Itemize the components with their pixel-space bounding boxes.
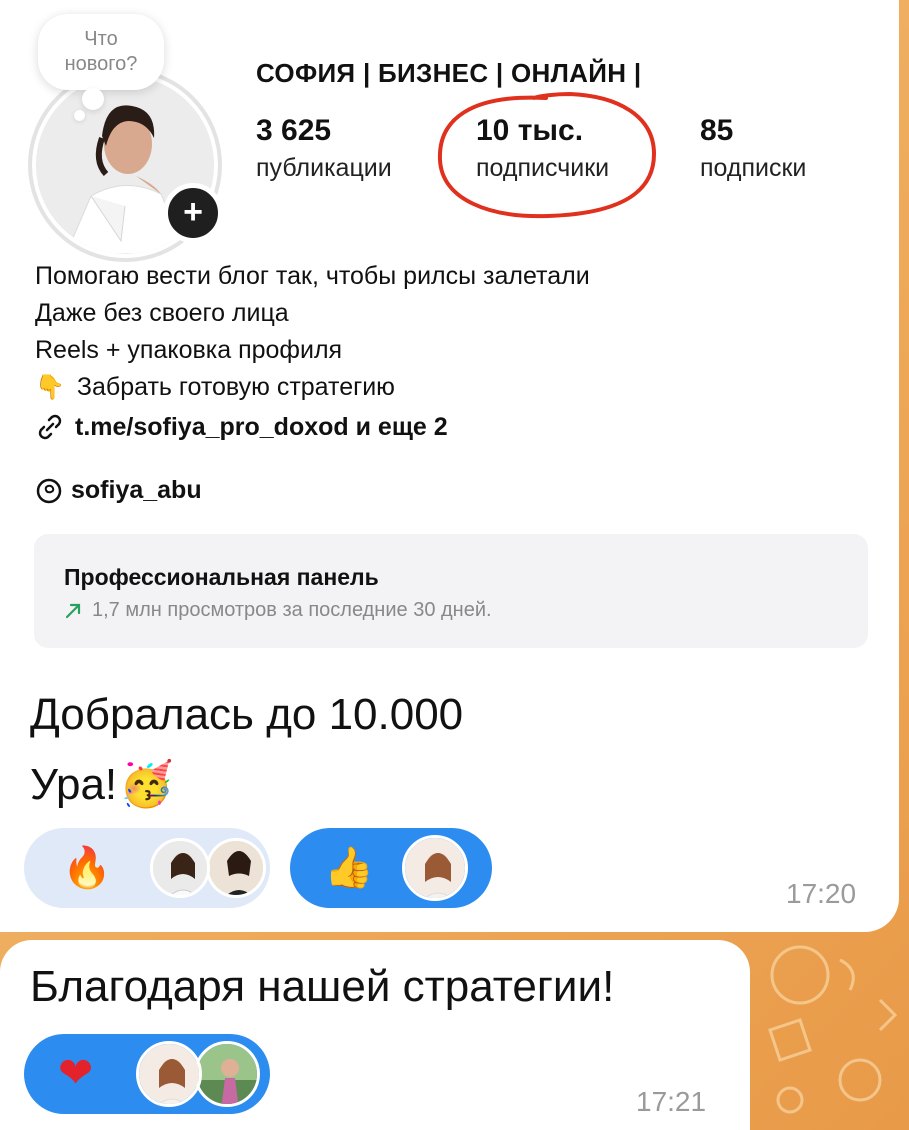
threads-badge[interactable]: sofiya_abu bbox=[35, 476, 202, 505]
panel-subtitle: 1,7 млн просмотров за последние 30 дней. bbox=[64, 599, 492, 622]
bio-line-4: 👇 Забрать готовую стратегию bbox=[35, 369, 590, 406]
message-bubble-1[interactable]: + Что нового? СОФИЯ | БИЗНЕС | ОНЛАЙН | … bbox=[0, 0, 899, 932]
message-1-line1: Добралась до 10.000 bbox=[30, 690, 464, 739]
note-text-line1: Что bbox=[84, 28, 118, 50]
reaction-heart[interactable]: ❤ bbox=[24, 1034, 270, 1114]
reactor-avatar-1 bbox=[150, 838, 210, 898]
note-text-line2: нового? bbox=[64, 53, 138, 75]
reaction-fire[interactable]: 🔥 bbox=[24, 828, 270, 908]
stat-following-label: подписки bbox=[700, 154, 807, 182]
bio-link-text: t.me/sofiya_pro_doxod и еще 2 bbox=[75, 412, 448, 441]
stat-posts-value: 3 625 bbox=[256, 114, 332, 147]
reactor-avatar-2 bbox=[206, 838, 266, 898]
heart-emoji-icon: ❤ bbox=[58, 1049, 94, 1096]
trend-arrow-icon bbox=[65, 603, 81, 618]
message-1-line2: Ура! 🥳 bbox=[30, 750, 463, 820]
professional-dashboard[interactable]: Профессиональная панель 1,7 млн просмотр… bbox=[34, 534, 868, 648]
bio-line-2: Даже без своего лица bbox=[35, 299, 289, 327]
panel-subtitle-text: 1,7 млн просмотров за последние 30 дней. bbox=[92, 599, 492, 621]
stat-following[interactable]: 85 подписки bbox=[700, 114, 806, 183]
bio-line-4-text: Забрать готовую стратегию bbox=[76, 373, 395, 401]
panel-title: Профессиональная панель bbox=[64, 564, 379, 590]
reactor-avatar-3 bbox=[402, 835, 468, 901]
add-story-button[interactable]: + bbox=[163, 183, 223, 243]
message-bubble-2[interactable]: Благодаря нашей стратегии! ❤ 17:21 bbox=[0, 940, 750, 1130]
reactor-avatar-4 bbox=[136, 1041, 202, 1107]
threads-handle: sofiya_abu bbox=[71, 476, 202, 504]
stat-posts[interactable]: 3 625 публикации bbox=[256, 114, 392, 183]
note-tail-dot-small bbox=[74, 110, 85, 121]
threads-icon bbox=[36, 478, 62, 503]
notes-bubble[interactable]: Что нового? bbox=[38, 14, 164, 90]
bio-line-3: Reels + упаковка профиля bbox=[35, 336, 343, 364]
stat-following-value: 85 bbox=[700, 114, 734, 147]
bio-line-1: Помогаю вести блог так, чтобы рилсы зале… bbox=[35, 262, 590, 290]
message-2-time: 17:21 bbox=[636, 1086, 707, 1117]
reactor-avatar-5 bbox=[194, 1041, 260, 1107]
stat-posts-label: публикации bbox=[256, 154, 392, 182]
link-icon bbox=[38, 414, 62, 440]
fire-emoji-icon: 🔥 bbox=[62, 846, 112, 890]
message-1-text: Добралась до 10.000 Ура! 🥳 bbox=[30, 680, 463, 820]
pointing-down-hand-icon: 👇 bbox=[35, 374, 65, 401]
partying-face-emoji-icon: 🥳 bbox=[119, 760, 174, 809]
profile-bio: Помогаю вести блог так, чтобы рилсы зале… bbox=[35, 258, 590, 406]
red-highlight-circle bbox=[437, 91, 657, 219]
bio-link[interactable]: t.me/sofiya_pro_doxod и еще 2 bbox=[35, 412, 448, 442]
reaction-thumbs-up[interactable]: 👍 bbox=[290, 828, 492, 908]
note-tail-dot bbox=[82, 88, 104, 110]
message-1-line2-text: Ура! bbox=[30, 760, 118, 809]
message-1-time: 17:20 bbox=[786, 878, 857, 909]
thumbs-up-emoji-icon: 👍 bbox=[324, 846, 374, 890]
message-2-text: Благодаря нашей стратегии! bbox=[30, 962, 615, 1011]
